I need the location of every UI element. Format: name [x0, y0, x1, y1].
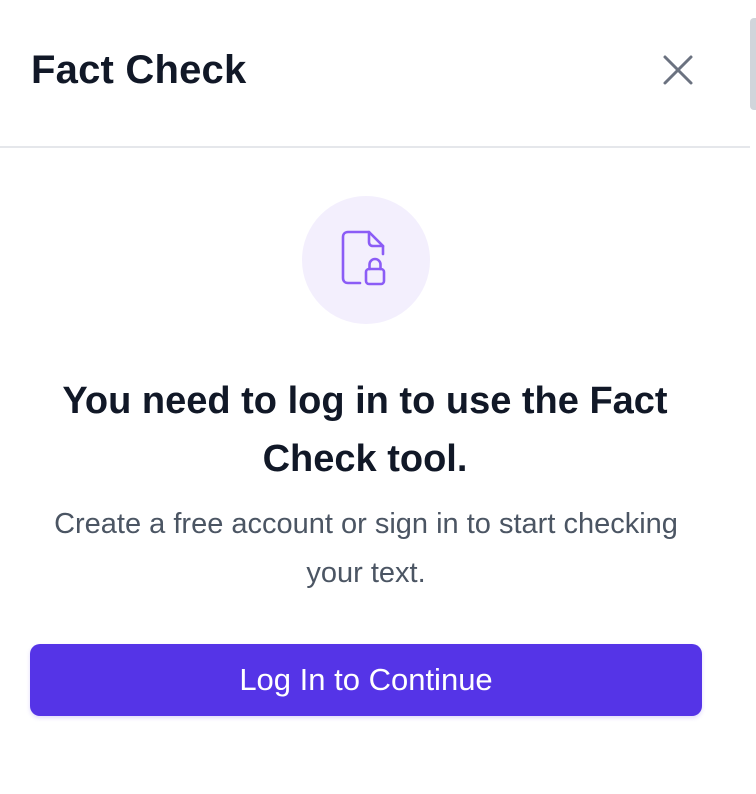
panel-title: Fact Check	[31, 48, 247, 92]
document-lock-icon	[341, 230, 386, 286]
close-button[interactable]	[655, 47, 701, 93]
panel-header: Fact Check	[0, 0, 750, 148]
close-icon	[663, 55, 693, 85]
login-required-heading: You need to log in to use the Fact Check…	[62, 380, 668, 480]
icon-badge	[302, 196, 430, 324]
scrollbar-thumb[interactable]	[750, 18, 756, 110]
fact-check-panel: Fact Check You need to log in to use the…	[0, 0, 756, 794]
login-button[interactable]: Log In to Continue	[30, 644, 702, 716]
login-required-description: Create a free account or sign in to star…	[54, 508, 678, 589]
